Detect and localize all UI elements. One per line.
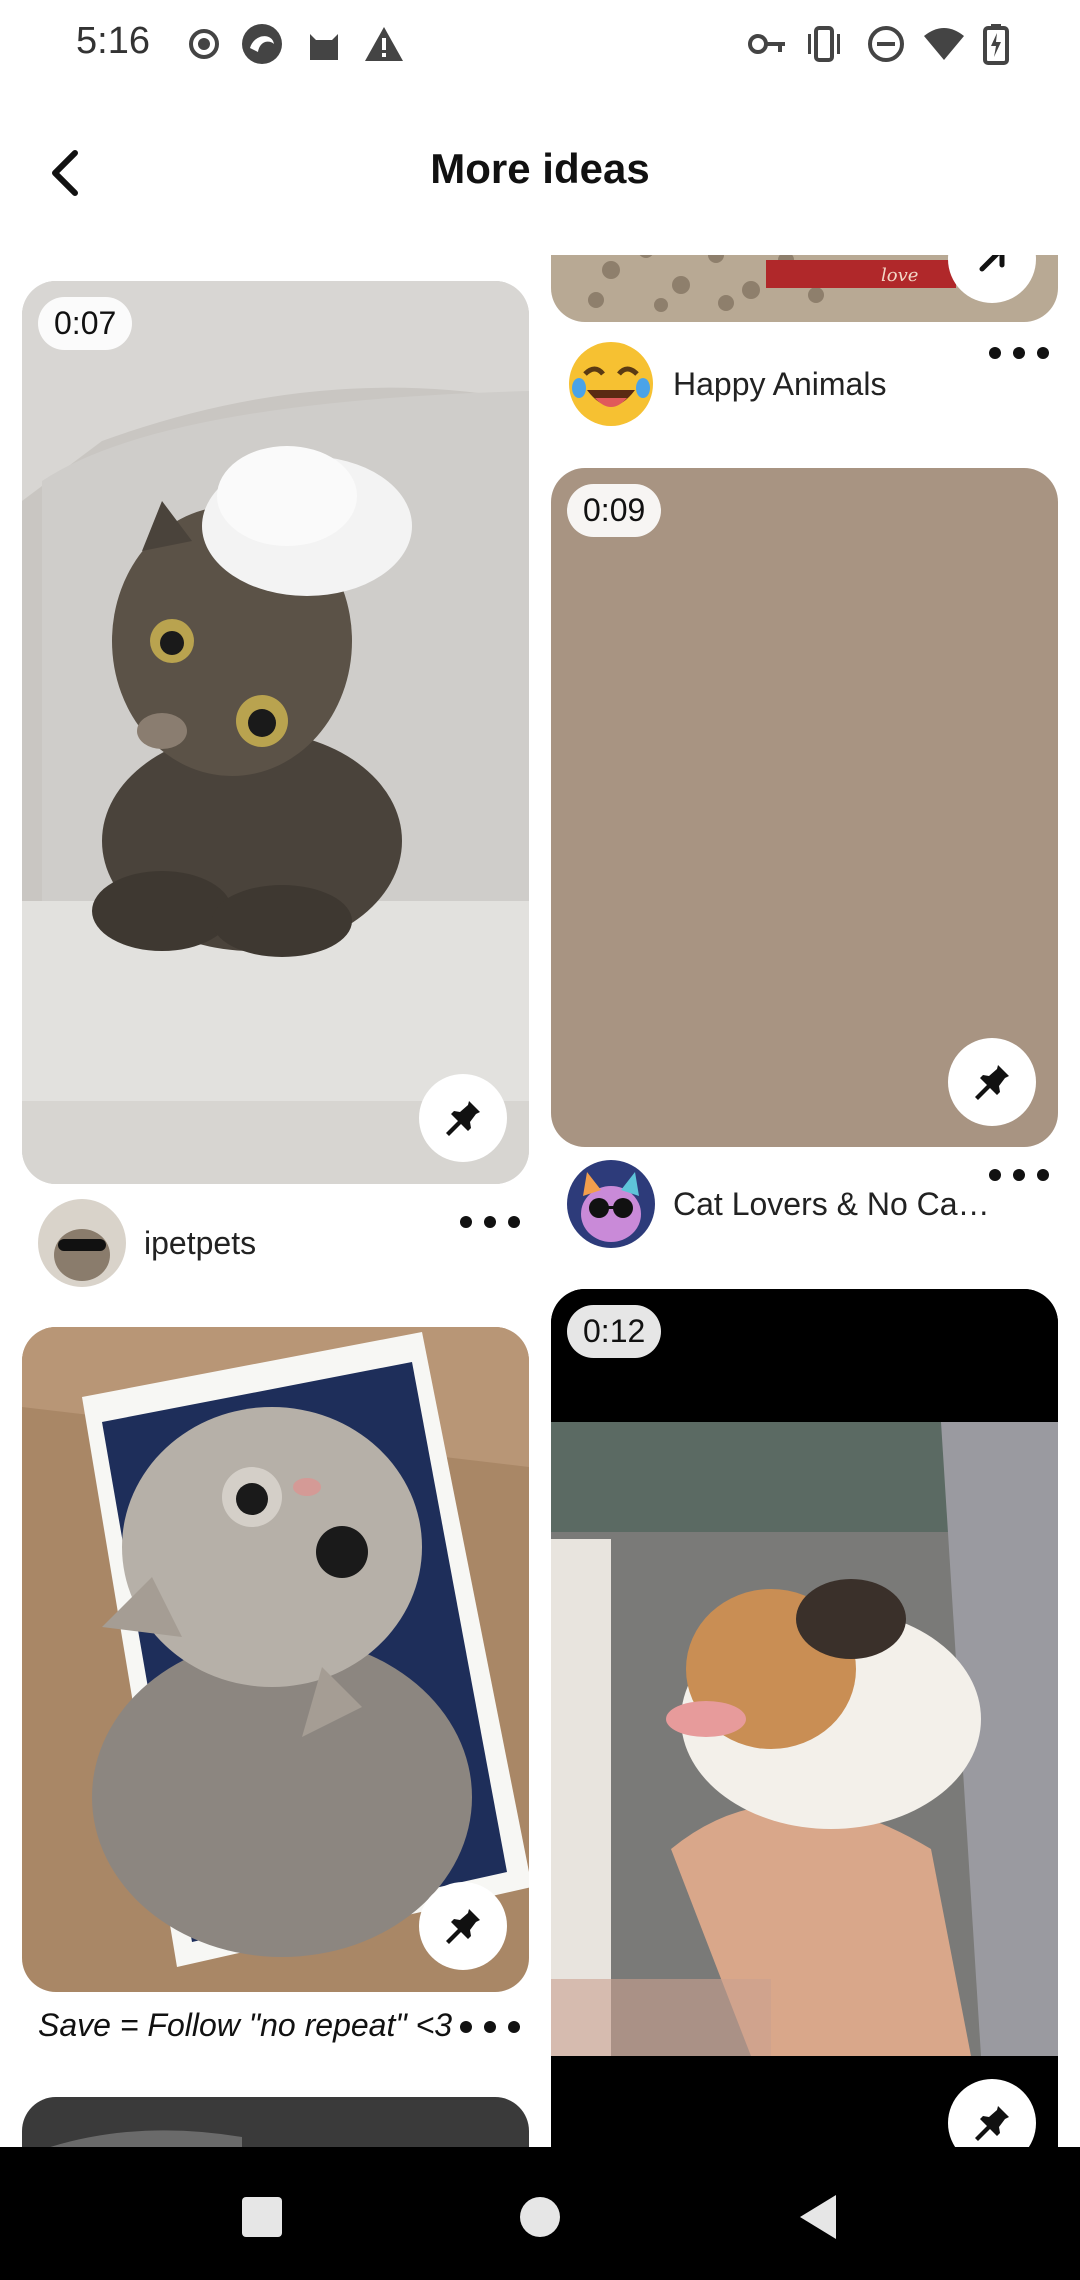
pin-image-partial[interactable] <box>22 2097 529 2147</box>
more-options-button[interactable] <box>460 2012 520 2042</box>
avatar <box>567 1160 655 1248</box>
back-triangle-icon <box>800 2195 836 2239</box>
save-pin-button[interactable] <box>419 1074 507 1162</box>
avatar <box>38 1199 126 1287</box>
pushpin-icon <box>975 1065 1009 1100</box>
video-duration-badge: 0:12 <box>567 1305 662 1358</box>
creator-happy-animals[interactable]: Happy Animals <box>567 340 886 428</box>
creator-name: Cat Lovers & No Ca… <box>673 1185 990 1222</box>
status-time: 5:16 <box>76 20 150 62</box>
do-not-disturb-icon <box>864 22 908 66</box>
vibrate-icon <box>802 22 846 66</box>
wifi-icon <box>922 22 966 66</box>
battery-charging-icon <box>974 22 1018 66</box>
save-pin-button[interactable] <box>948 1038 1036 1126</box>
avatar <box>567 340 655 428</box>
more-options-button[interactable] <box>460 1207 520 1237</box>
pin-feed[interactable]: 0:07 ipetpets Save = Follow "no repeat" … <box>0 255 1080 2147</box>
svg-text:love: love <box>881 265 918 286</box>
creator-ipetpets[interactable]: ipetpets <box>38 1199 256 1287</box>
video-duration-badge: 0:09 <box>567 484 662 537</box>
more-options-button[interactable] <box>989 1160 1049 1190</box>
pin-image-kitten-in-hand[interactable]: 0:12 <box>551 1289 1058 2147</box>
pin-image-placeholder[interactable]: 0:09 <box>551 468 1058 1147</box>
bathtub-kitten-image <box>22 281 529 1184</box>
page-title: More ideas <box>430 145 650 192</box>
more-options-button[interactable] <box>989 338 1049 368</box>
laughing-emoji-icon <box>569 342 653 426</box>
creator-name: Happy Animals <box>673 365 887 402</box>
recents-button[interactable] <box>222 2177 302 2257</box>
pushpin-icon <box>975 2106 1009 2141</box>
partial-pin-image <box>22 2097 529 2147</box>
creator-cat-lovers[interactable]: Cat Lovers & No Ca… <box>567 1160 990 1248</box>
system-nav-bar <box>0 2147 1080 2280</box>
recents-square-icon <box>242 2197 282 2237</box>
back-nav-button[interactable] <box>778 2177 858 2257</box>
creator-name: ipetpets <box>144 1224 257 1261</box>
status-bar: 5:16 <box>0 0 1080 90</box>
record-icon <box>182 22 226 66</box>
save-pin-button[interactable] <box>419 1882 507 1970</box>
pushpin-icon <box>446 1101 480 1136</box>
external-link-arrow-icon <box>979 255 1005 272</box>
pushpin-icon <box>446 1909 480 1944</box>
browser-icon <box>240 22 284 66</box>
warning-icon <box>362 22 406 66</box>
video-duration-badge: 0:07 <box>38 297 133 350</box>
pin-image-happy-animals[interactable]: love <box>551 255 1058 322</box>
home-button[interactable] <box>500 2177 580 2257</box>
kitten-in-hand-image <box>551 1289 1058 2147</box>
pin-caption: Save = Follow "no repeat" <3 <box>38 2007 453 2043</box>
home-circle-icon <box>520 2197 560 2237</box>
cat-app-icon <box>302 22 346 66</box>
pin-image-cat-in-box[interactable] <box>22 1327 529 1992</box>
vpn-key-icon <box>746 22 790 66</box>
pin-image-bathtub-kitten[interactable]: 0:07 <box>22 281 529 1184</box>
